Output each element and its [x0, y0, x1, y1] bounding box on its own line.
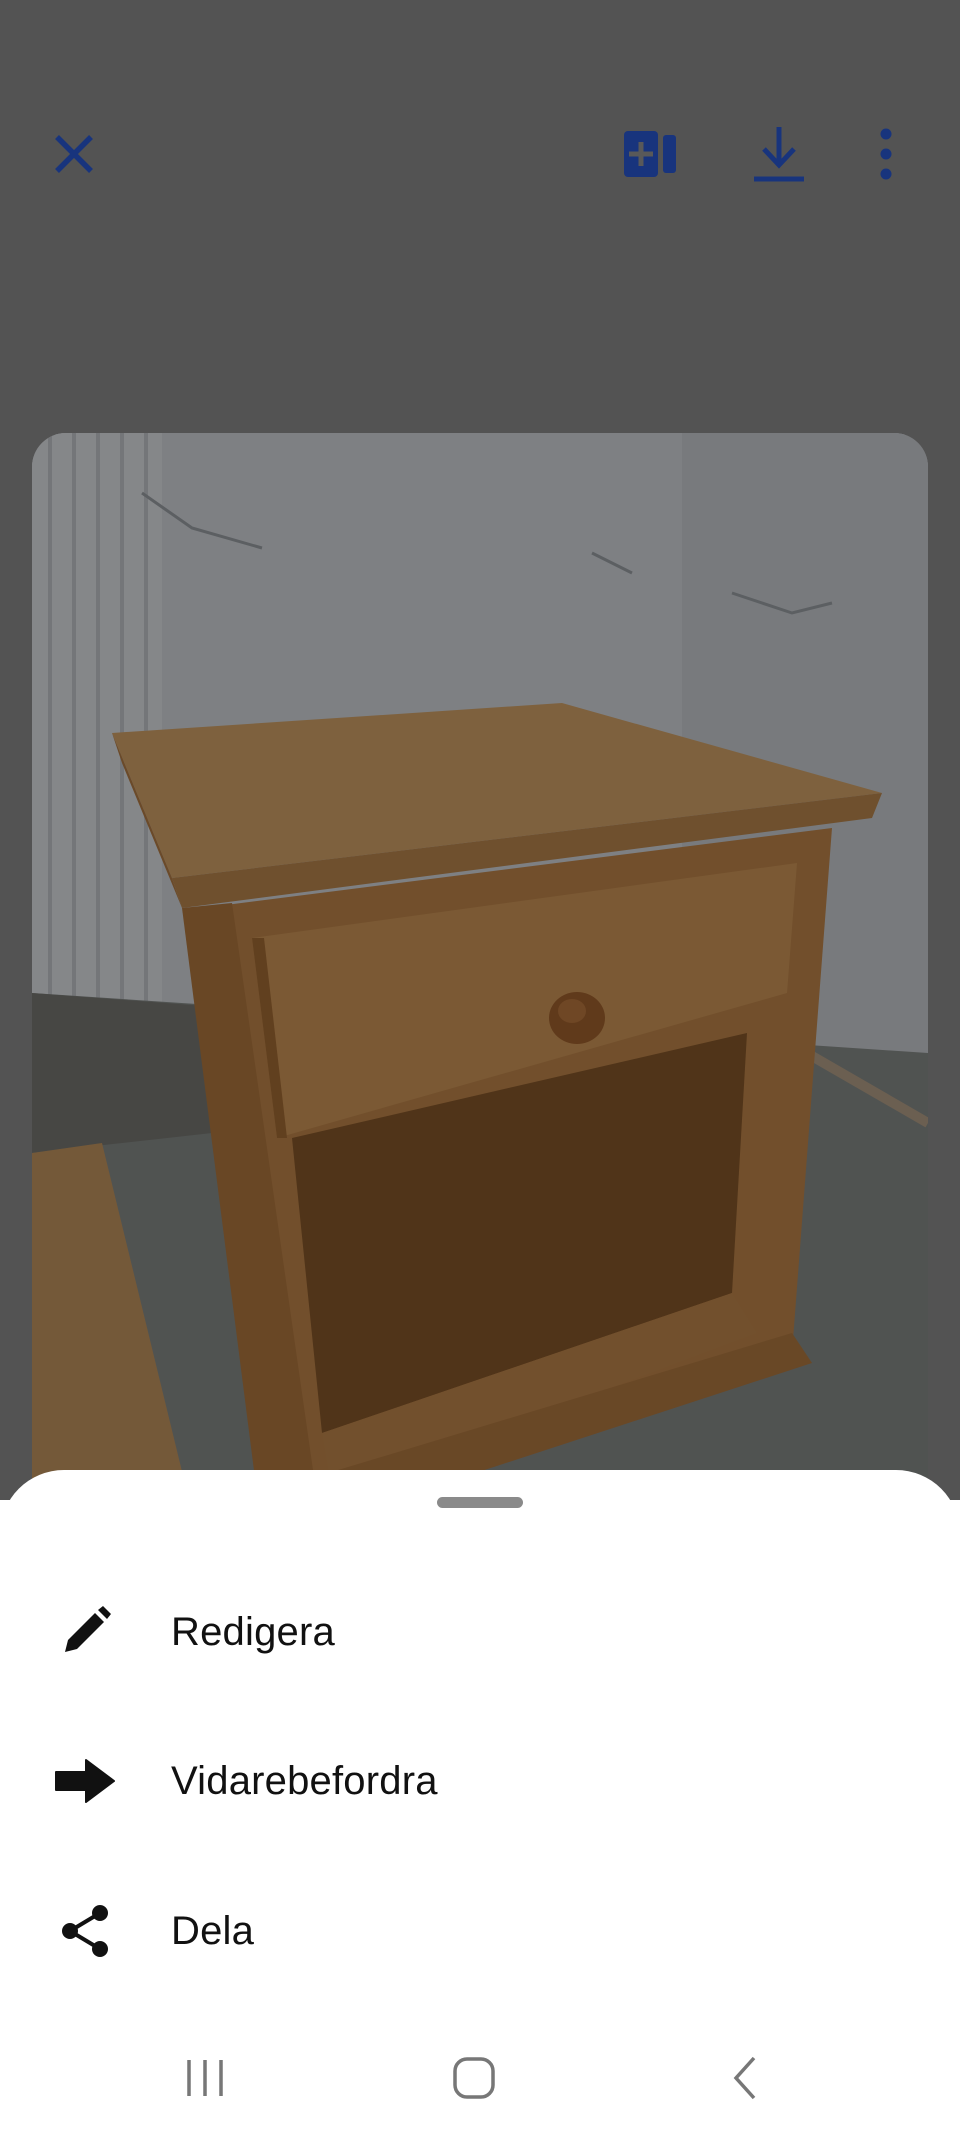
- menu-item-label: Dela: [171, 1908, 255, 1953]
- home-button[interactable]: [434, 2048, 514, 2108]
- recent-apps-button[interactable]: [165, 2048, 245, 2108]
- menu-item-forward[interactable]: Vidarebefordra: [0, 1706, 960, 1856]
- menu-item-edit[interactable]: Redigera: [0, 1557, 960, 1707]
- download-icon: [754, 127, 804, 182]
- recent-apps-icon: [187, 2060, 223, 2096]
- forward-arrow-icon: [52, 1748, 118, 1814]
- photo-illustration: [32, 433, 928, 1533]
- viewer-toolbar: [0, 0, 960, 310]
- close-button[interactable]: [38, 118, 110, 190]
- menu-item-label: Redigera: [171, 1609, 335, 1654]
- share-icon: [52, 1898, 118, 1964]
- photo-nightstand[interactable]: [32, 433, 928, 1533]
- back-button[interactable]: [705, 2048, 785, 2108]
- more-vertical-icon: [880, 128, 892, 180]
- more-options-button[interactable]: [850, 118, 922, 190]
- system-nav-bar: [0, 2018, 960, 2133]
- add-to-collection-icon: [624, 131, 676, 177]
- menu-item-share[interactable]: Dela: [0, 1856, 960, 2006]
- menu-item-label: Vidarebefordra: [171, 1758, 438, 1803]
- home-icon: [453, 2057, 495, 2099]
- download-button[interactable]: [743, 118, 815, 190]
- drag-handle[interactable]: [437, 1497, 523, 1508]
- back-icon: [733, 2056, 756, 2100]
- add-to-collection-button[interactable]: [614, 118, 686, 190]
- close-icon: [55, 135, 93, 173]
- pencil-icon: [52, 1599, 118, 1665]
- image-viewer: [0, 0, 960, 1533]
